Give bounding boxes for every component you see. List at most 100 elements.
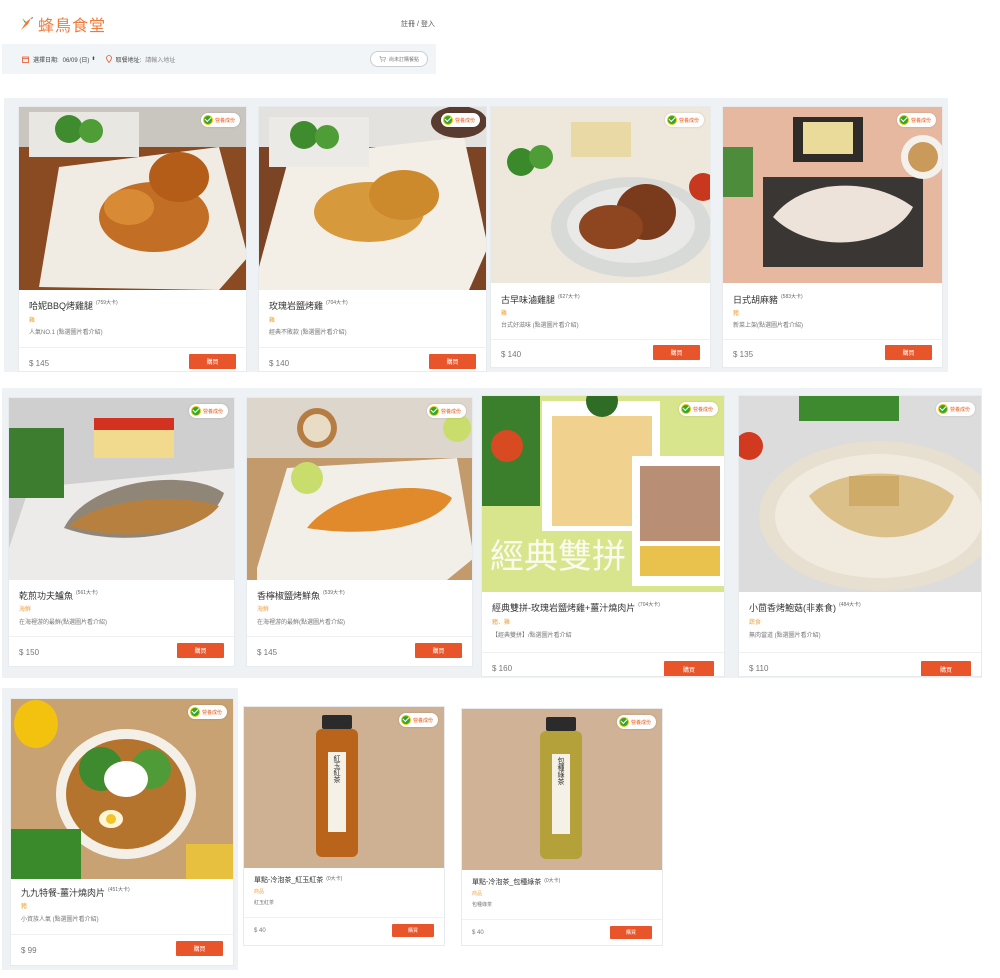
product-card[interactable]: 營養成份 乾煎功夫鱸魚 (561大卡) 海鮮 在海裡游的最鮮(點選圖片看介紹) $… [8,397,235,667]
product-card[interactable]: 營養成份 香檸椒鹽烤鮮魚 (539大卡) 海鮮 在海裡游的最鮮(點選圖片看介紹) … [246,397,473,667]
buy-button[interactable]: 購買 [610,926,652,939]
buy-button[interactable]: 購買 [177,643,224,658]
product-card[interactable]: 經典雙拼 營養成份 經典雙拼-玫瑰岩鹽烤雞+薑汁燒肉片 (704大卡) 豬、雞 【… [481,395,725,677]
product-name-text: 單點-冷泡茶_包種綠茶 [472,879,542,886]
product-name[interactable]: 單點-冷泡茶_紅玉紅茶 (0大卡) [254,875,342,885]
product-name-text: 古早味滷雞腿 [501,295,556,305]
product-price: $ 145 [29,359,50,368]
nutrition-icon [618,717,629,727]
buy-button[interactable]: 購買 [189,354,236,369]
product-name[interactable]: 香檸椒鹽烤鮮魚 (539大卡) [257,589,345,602]
nutrition-badge[interactable]: 營養成份 [664,113,704,127]
product-tag: 雞 [29,318,36,324]
nutrition-badge[interactable]: 營養成份 [896,113,936,127]
kcal-text: (451大卡) [108,887,130,893]
nutrition-icon [937,404,948,414]
product-name-text: 經典雙拼-玫瑰岩鹽烤雞+薑汁燒肉片 [492,603,636,613]
product-name[interactable]: 單點-冷泡茶_包種綠茶 (0大卡) [472,877,560,887]
product-card[interactable]: 營養成份 玫瑰岩鹽烤雞 (704大卡) 雞 經典不敗款 (點選圖片看介紹) $ 1… [258,106,487,372]
brand-logo[interactable]: 蜂鳥食堂 [18,12,106,36]
divider [19,347,246,348]
nutrition-badge[interactable]: 營養成份 [398,713,438,727]
nutrition-label: 營養成份 [202,408,223,415]
nutrition-icon [442,115,453,125]
divider [11,934,233,935]
product-image[interactable]: 營養成份 [11,699,233,879]
product-image[interactable]: 經典雙拼 營養成份 [482,396,724,592]
product-name[interactable]: 九九特餐-薑汁燒肉片 (451大卡) [21,886,130,899]
product-image[interactable]: 營養成份 [723,107,942,283]
nutrition-badge[interactable]: 營養成份 [935,402,975,416]
nutrition-label: 營養成份 [454,117,475,124]
product-image[interactable]: 營養成份 [259,107,486,290]
product-image[interactable]: 營養成份 [247,398,472,580]
product-name-text: 乾煎功夫鱸魚 [19,591,74,601]
divider [739,652,981,653]
product-tag: 豬 [21,904,28,910]
product-card[interactable]: 營養成份 九九特餐-薑汁燒肉片 (451大卡) 豬 小資族人氣 (點選圖片看介紹)… [10,698,234,966]
nutrition-badge[interactable]: 營養成份 [426,404,466,418]
product-tag: 雞 [269,318,276,324]
auth-links[interactable]: 註冊 / 登入 [401,19,435,29]
address-label: 取餐地址: [115,57,142,64]
product-card[interactable]: 紅玉紅茶 營養成份 單點-冷泡茶_紅玉紅茶 (0大卡) 商品 紅玉紅茶 $ 40 … [243,706,445,946]
product-name[interactable]: 乾煎功夫鱸魚 (561大卡) [19,589,98,602]
product-tag: 豬、雞 [492,620,511,626]
product-image[interactable]: 營養成份 [739,396,981,592]
product-image[interactable]: 包種綠茶 營養成份 [462,709,662,870]
nutrition-label: 營養成份 [678,117,699,124]
nutrition-badge[interactable]: 營養成份 [678,402,718,416]
product-card[interactable]: 營養成份 小茴香烤鮑菇(非素食) (484大卡) 蔬食 無肉當道 (點選圖片看介紹… [738,395,982,677]
product-desc: 新菜上架(點選圖片看介紹) [733,323,803,329]
product-card[interactable]: 營養成份 哈妮BBQ烤雞腿 (759大卡) 雞 人氣NO.1 (點選圖片看介紹) … [18,106,247,372]
date-select[interactable]: 06/09 (日) ⬍ [63,55,96,64]
nutrition-icon [898,115,909,125]
product-name[interactable]: 小茴香烤鮑菇(非素食) (484大卡) [749,601,861,614]
cart-button[interactable]: 尚未訂購餐點 [369,51,428,67]
divider [482,652,724,653]
nutrition-badge[interactable]: 營養成份 [200,113,240,127]
buy-button[interactable]: 購買 [176,941,223,956]
product-name-text: 九九特餐-薑汁燒肉片 [21,888,105,898]
kcal-text: (759大卡) [96,300,118,306]
product-image[interactable]: 紅玉紅茶 營養成份 [244,707,444,868]
product-name[interactable]: 日式胡麻豬 (583大卡) [733,293,803,306]
buy-button[interactable]: 購買 [885,345,932,360]
product-name-text: 玫瑰岩鹽烤雞 [269,301,324,311]
product-name[interactable]: 哈妮BBQ烤雞腿 (759大卡) [29,299,118,312]
product-card[interactable]: 營養成份 古早味滷雞腿 (627大卡) 雞 台式好滋味 (點選圖片看介紹) $ 1… [490,106,711,368]
product-image[interactable]: 營養成份 [19,107,246,290]
buy-button[interactable]: 購買 [664,661,714,676]
nutrition-badge[interactable]: 營養成份 [187,705,227,719]
product-card[interactable]: 營養成份 日式胡麻豬 (583大卡) 豬 新菜上架(點選圖片看介紹) $ 135 … [722,106,943,368]
nutrition-badge[interactable]: 營養成份 [188,404,228,418]
product-name-text: 香檸椒鹽烤鮮魚 [257,591,321,601]
bottle-label-text: 包種綠茶 [557,756,565,785]
buy-button[interactable]: 購買 [429,354,476,369]
date-selector[interactable]: 選擇日期: 06/09 (日) ⬍ [22,55,96,64]
divider [259,347,486,348]
product-name[interactable]: 古早味滷雞腿 (627大卡) [501,293,580,306]
buy-button[interactable]: 購買 [392,924,434,937]
nutrition-label: 營養成份 [949,406,970,413]
buy-button[interactable]: 購買 [653,345,700,360]
product-name-text: 日式胡麻豬 [733,295,779,305]
order-toolbar: 選擇日期: 06/09 (日) ⬍ 取餐地址: 請輸入地址 尚未訂購餐點 [2,44,436,74]
buy-button[interactable]: 購買 [921,661,971,676]
updown-icon: ⬍ [91,56,96,62]
product-card[interactable]: 包種綠茶 營養成份 單點-冷泡茶_包種綠茶 (0大卡) 商品 包種綠茶 $ 40 … [461,708,663,946]
product-name[interactable]: 玫瑰岩鹽烤雞 (704大卡) [269,299,348,312]
product-image[interactable]: 營養成份 [9,398,234,580]
nutrition-badge[interactable]: 營養成份 [440,113,480,127]
kcal-text: (704大卡) [638,602,660,608]
nutrition-badge[interactable]: 營養成份 [616,715,656,729]
product-image[interactable]: 營養成份 [491,107,710,283]
address-input[interactable]: 請輸入地址 [145,55,175,64]
nutrition-label: 營養成份 [440,408,461,415]
address-selector[interactable]: 取餐地址: 請輸入地址 [105,55,175,64]
nutrition-icon [190,406,201,416]
buy-button[interactable]: 購買 [415,643,462,658]
divider [723,339,942,340]
product-name[interactable]: 經典雙拼-玫瑰岩鹽烤雞+薑汁燒肉片 (704大卡) [492,601,660,614]
kcal-text: (0大卡) [326,876,343,882]
